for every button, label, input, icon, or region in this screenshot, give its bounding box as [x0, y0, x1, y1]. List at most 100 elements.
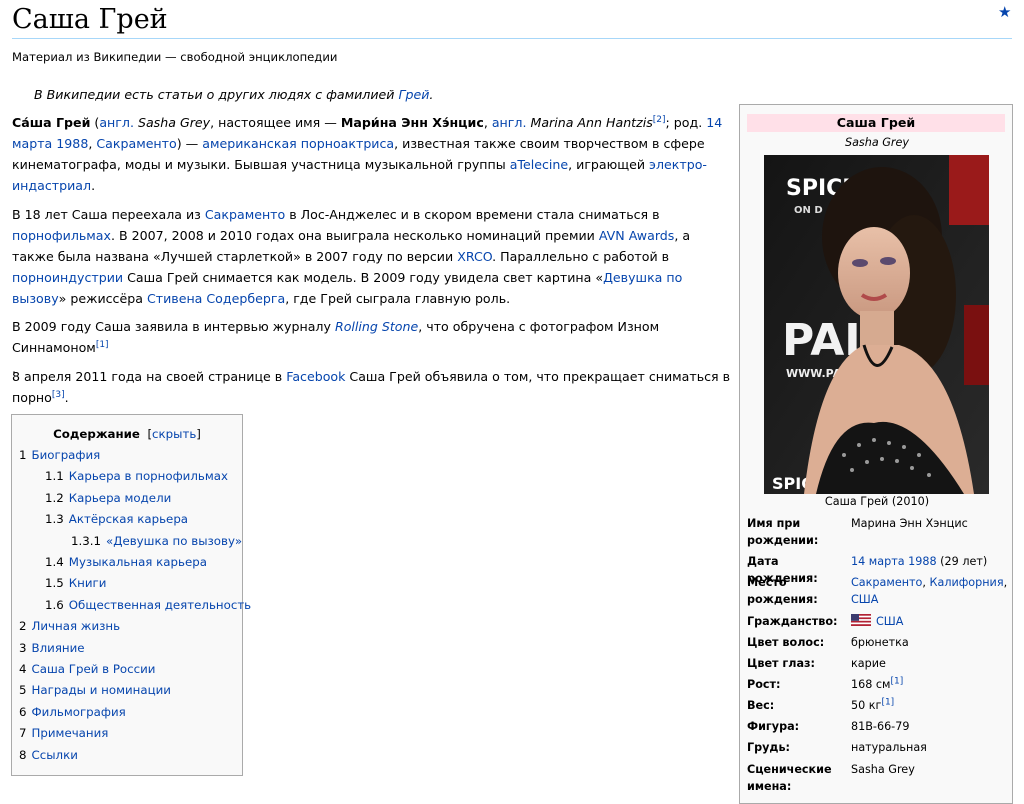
label-figure: Фигура:: [747, 720, 800, 733]
toc-title: Содержание: [53, 427, 140, 441]
value-birth-place: Сакраменто, Калифорния, США: [851, 576, 1008, 606]
toc-item[interactable]: 1 Биография: [19, 447, 100, 463]
link-sacramento[interactable]: Сакраменто: [96, 136, 176, 151]
portrait-photo[interactable]: SPICE ON D PALM WWW.PAL SPIC: [764, 155, 989, 494]
toc-item-label[interactable]: Музыкальная карьера: [69, 555, 207, 569]
toc-item[interactable]: 3 Влияние: [19, 640, 85, 656]
value-height: 168 см[1]: [851, 676, 904, 691]
us-flag-icon: [851, 614, 871, 626]
label-hair: Цвет волос:: [747, 636, 825, 649]
infobox-title: Саша Грей: [747, 114, 1005, 132]
value-birth-name: Марина Энн Хэнцис: [851, 517, 968, 530]
toc-toggle-link[interactable]: скрыть: [152, 427, 196, 441]
toc-item-number: 8: [19, 747, 27, 762]
hatnote-text: В Википедии есть статьи о других людях с…: [34, 87, 399, 102]
link-birth-year[interactable]: 1988: [56, 136, 88, 151]
watchlist-star-icon[interactable]: ★: [998, 4, 1011, 20]
hatnote-link[interactable]: Грей: [398, 87, 429, 102]
link-rolling-stone[interactable]: Rolling Stone: [335, 319, 418, 334]
toc-item-number: 1.4: [45, 555, 64, 569]
link-place-usa[interactable]: США: [851, 593, 878, 606]
label-birth-place: Место рождения:: [747, 576, 818, 606]
value-eyes: карие: [851, 657, 886, 670]
link-american[interactable]: американская: [202, 136, 297, 151]
toc-header: Содержание [скрыть]: [53, 427, 201, 441]
real-name: Мари́на Энн Хэ́нцис: [340, 115, 484, 130]
link-xrco[interactable]: XRCO: [457, 249, 492, 264]
toc-item[interactable]: 4 Саша Грей в России: [19, 661, 155, 677]
link-citizenship-usa[interactable]: США: [876, 615, 903, 628]
link-facebook[interactable]: Facebook: [286, 369, 345, 384]
toc-item-label[interactable]: Фильмография: [32, 705, 126, 719]
toc-item-number: 6: [19, 704, 27, 719]
toc-item-label[interactable]: «Девушка по вызову»: [106, 534, 242, 548]
toc-item[interactable]: 1.6 Общественная деятельность: [45, 597, 251, 613]
ref-1[interactable]: [1]: [96, 340, 109, 350]
link-place-california[interactable]: Калифорния: [930, 576, 1004, 589]
toc-item[interactable]: 1.3 Актёрская карьера: [45, 511, 188, 527]
link-soderbergh[interactable]: Стивена Содерберга: [147, 291, 285, 306]
value-hair: брюнетка: [851, 636, 909, 649]
toc-item-label[interactable]: Ссылки: [32, 748, 78, 762]
toc-item[interactable]: 1.1 Карьера в порнофильмах: [45, 468, 228, 484]
toc-item-number: 1.2: [45, 490, 64, 505]
toc-item[interactable]: 1.5 Книги: [45, 575, 106, 591]
link-english[interactable]: англ.: [99, 115, 134, 130]
toc-item-label[interactable]: Личная жизнь: [32, 619, 121, 633]
toc-item[interactable]: 2 Личная жизнь: [19, 618, 120, 634]
toc-item[interactable]: 5 Награды и номинации: [19, 682, 171, 698]
link-porn-actress[interactable]: порноактриса: [301, 136, 394, 151]
ref-weight[interactable]: [1]: [881, 697, 894, 707]
value-birth-date: 14 марта 1988 (29 лет): [851, 555, 988, 568]
toc-item[interactable]: 7 Примечания: [19, 725, 108, 741]
link-english-2[interactable]: англ.: [492, 115, 527, 130]
intro-paragraph-4: 8 апреля 2011 года на своей странице в F…: [12, 369, 731, 405]
toc-item[interactable]: 1.2 Карьера модели: [45, 490, 171, 506]
ref-height[interactable]: [1]: [891, 676, 904, 686]
toc-item-label[interactable]: Награды и номинации: [32, 683, 171, 697]
link-porn-films[interactable]: порнофильмах: [12, 228, 111, 243]
toc-item-label[interactable]: Актёрская карьера: [69, 512, 188, 526]
toc-item-label[interactable]: Примечания: [32, 726, 109, 740]
toc-item[interactable]: 8 Ссылки: [19, 747, 78, 763]
label-height: Рост:: [747, 678, 781, 691]
link-avn-awards[interactable]: AVN Awards: [599, 228, 674, 243]
toc-item[interactable]: 1.3.1 «Девушка по вызову»: [71, 533, 242, 549]
hatnote: В Википедии есть статьи о других людях с…: [34, 86, 433, 104]
toc-item-label[interactable]: Саша Грей в России: [32, 662, 156, 676]
intro-paragraph-2: В 18 лет Саша переехала из Сакраменто в …: [12, 207, 691, 306]
toc-item[interactable]: 6 Фильмография: [19, 704, 126, 720]
link-atelecine[interactable]: aTelecine: [510, 157, 568, 172]
link-porn-industry[interactable]: порноиндустрии: [12, 270, 123, 285]
label-eyes: Цвет глаз:: [747, 657, 815, 670]
link-birth-date-day[interactable]: 14 марта: [851, 555, 905, 568]
label-breast: Грудь:: [747, 741, 791, 754]
label-birth-name: Имя при рождении:: [747, 517, 819, 547]
ref-2[interactable]: [2]: [653, 115, 666, 125]
link-place-sacramento[interactable]: Сакраменто: [851, 576, 922, 589]
toc-item-number: 1.6: [45, 597, 64, 612]
table-of-contents: Содержание [скрыть] 1 Биография 1.1 Карьера…: [11, 414, 251, 776]
value-stage-name: Sasha Grey: [851, 763, 915, 776]
toc-item[interactable]: 1.4 Музыкальная карьера: [45, 554, 207, 570]
toc-item-label[interactable]: Карьера модели: [69, 491, 172, 505]
link-sacramento-2[interactable]: Сакраменто: [205, 207, 285, 222]
photo-caption: Саша Грей (2010): [824, 495, 930, 508]
link-birth-date-year[interactable]: 1988: [908, 555, 936, 568]
toc-item-label[interactable]: Влияние: [32, 641, 85, 655]
toc-item-label[interactable]: Карьера в порнофильмах: [69, 469, 228, 483]
toc-item-number: 7: [19, 726, 27, 741]
toc-item-number: 3: [19, 640, 27, 655]
toc-item-number: 5: [19, 683, 27, 698]
value-citizenship: США: [851, 613, 1009, 630]
label-weight: Вес:: [747, 699, 775, 712]
toc-item-label[interactable]: Биография: [32, 448, 101, 462]
toc-item-number: 2: [19, 619, 27, 634]
value-figure: 81B-66-79: [851, 720, 910, 733]
subject-name: Са́ша Грей: [12, 115, 91, 130]
toc-item-label[interactable]: Книги: [69, 576, 107, 590]
toc-item-number: 1.3: [45, 512, 64, 527]
ref-3[interactable]: [3]: [52, 390, 65, 400]
toc-item-label[interactable]: Общественная деятельность: [69, 598, 251, 612]
toc-item-number: 1.3.1: [71, 533, 102, 548]
